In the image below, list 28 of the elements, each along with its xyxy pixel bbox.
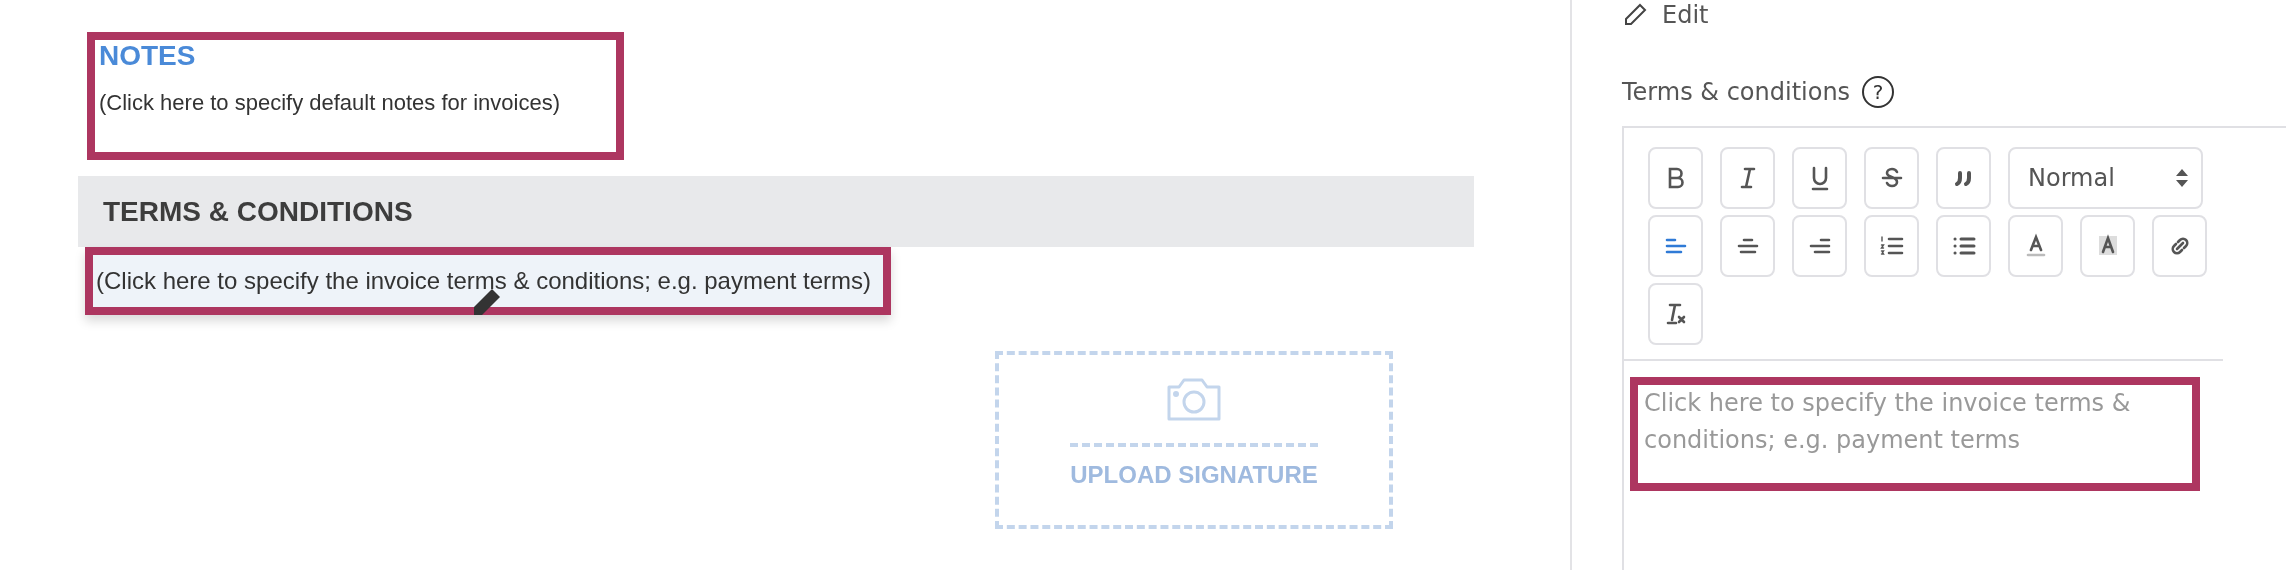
camera-icon bbox=[1165, 377, 1223, 423]
toolbar-button[interactable] bbox=[1648, 215, 1703, 277]
toolbar-button[interactable] bbox=[1720, 147, 1775, 209]
toolbar-button[interactable] bbox=[1720, 215, 1775, 277]
edit-link[interactable]: Edit bbox=[1622, 0, 2286, 30]
highlight-frame[interactable]: (Click here to specify the invoice terms & conditions; e.g. payment terms) bbox=[85, 247, 891, 315]
placeholder-text: Click here to specify the invoice terms & conditions; e.g. payment terms bbox=[1644, 389, 2131, 454]
section-title: TERMS & CONDITIONS bbox=[103, 195, 413, 228]
toolbar-button[interactable] bbox=[1936, 147, 1991, 209]
toolbar-button[interactable] bbox=[1864, 147, 1919, 209]
help-icon[interactable]: ? bbox=[1862, 76, 1895, 108]
upload-label: UPLOAD SIGNATURE bbox=[1070, 461, 1318, 489]
highlight-frame[interactable]: NOTES (Click here to specify default notes for invoices) bbox=[87, 32, 624, 160]
field-label: Terms & conditions bbox=[1622, 78, 1851, 106]
terms-text: (Click here to specify the invoice terms & conditions; e.g. payment terms) bbox=[96, 267, 871, 295]
toolbar-button[interactable] bbox=[1864, 215, 1919, 277]
notes-heading: NOTES bbox=[99, 40, 196, 72]
toolbar-button[interactable] bbox=[1648, 147, 1703, 209]
pencil-icon bbox=[1622, 2, 1648, 28]
toolbar-button[interactable] bbox=[2152, 215, 2207, 277]
toolbar-button[interactable] bbox=[1936, 215, 1991, 277]
toolbar-button[interactable] bbox=[1648, 283, 1703, 345]
toolbar-button[interactable] bbox=[1792, 215, 1847, 277]
notes-text: (Click here to specify default notes for invoices) bbox=[99, 90, 560, 116]
toolbar-button[interactable] bbox=[2080, 215, 2135, 277]
toolbar-button[interactable] bbox=[2008, 215, 2063, 277]
format-dropdown[interactable]: Normal bbox=[2008, 147, 2203, 209]
toolbar-button[interactable] bbox=[1792, 147, 1847, 209]
